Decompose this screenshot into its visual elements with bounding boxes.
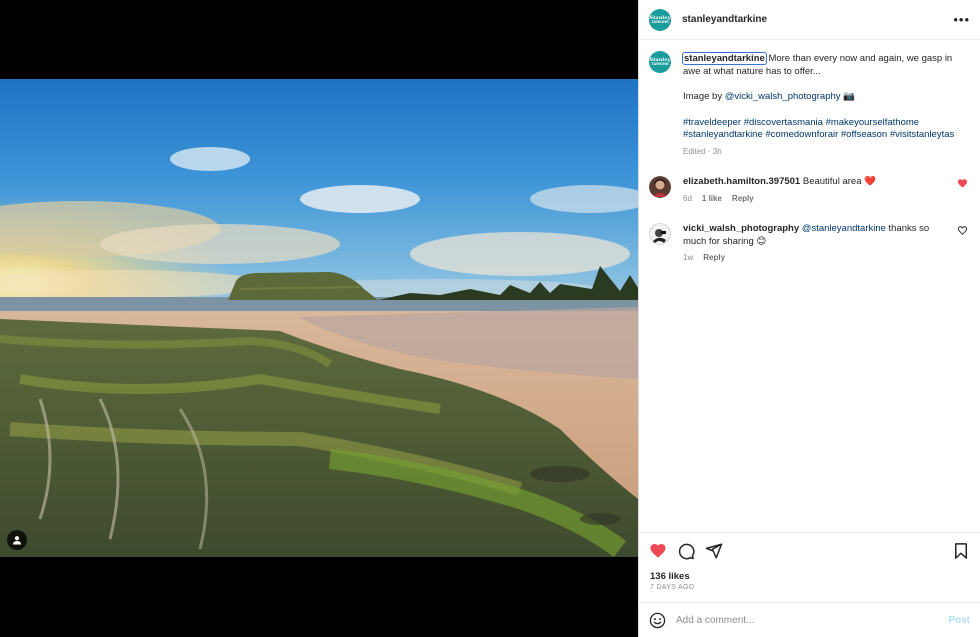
- comment-reply-button[interactable]: Reply: [732, 193, 754, 206]
- caption-hashtags[interactable]: #traveldeeper #discovertasmania #makeyou…: [683, 117, 964, 142]
- heart-filled-icon[interactable]: [649, 542, 667, 560]
- comment-icon[interactable]: [677, 542, 695, 560]
- emoji-icon[interactable]: [649, 612, 666, 629]
- caption-meta: Edited · 3h: [683, 146, 722, 156]
- comment-item: vicki_walsh_photography @stanleyandtarki…: [649, 219, 970, 265]
- comment-text: Beautiful area ❤️: [802, 176, 876, 187]
- post-comment-button[interactable]: Post: [948, 615, 970, 626]
- logo-text-line2: TARKINE: [651, 61, 669, 66]
- comment-likes-count[interactable]: 1 like: [702, 193, 722, 206]
- post-actions-bar: [639, 532, 980, 568]
- comment-composer: Post: [639, 602, 980, 637]
- more-options-icon[interactable]: •••: [953, 13, 970, 26]
- comment-time: 1w: [683, 253, 694, 262]
- camera-emoji: 📷: [843, 91, 855, 102]
- likes-count[interactable]: 136 likes: [650, 571, 690, 582]
- commenter-avatar[interactable]: [649, 223, 671, 245]
- comment-reply-button[interactable]: Reply: [703, 252, 725, 265]
- comment-time: 6d: [683, 193, 692, 203]
- tagged-users-button[interactable]: [7, 530, 27, 550]
- caption-body: stanleyandtarkine More than every now an…: [682, 48, 970, 158]
- post-date: 7 DAYS AGO: [650, 584, 695, 591]
- comments-list[interactable]: Stanley TARKINE stanleyandtarkine More t…: [639, 48, 980, 532]
- instagram-post-view: Stanley TARKINE stanleyandtarkine ••• St…: [0, 0, 980, 637]
- bookmark-icon[interactable]: [952, 542, 970, 560]
- comment-body: vicki_walsh_photography @stanleyandtarki…: [683, 219, 970, 265]
- comment-item: elizabeth.hamilton.397501 Beautiful area…: [649, 172, 970, 205]
- account-avatar[interactable]: Stanley TARKINE: [649, 8, 671, 31]
- post-side-panel: Stanley TARKINE stanleyandtarkine ••• St…: [638, 0, 980, 637]
- user-tag-icon: [13, 536, 21, 545]
- add-comment-input[interactable]: [676, 614, 949, 626]
- media-panel: [0, 0, 638, 637]
- comment-username[interactable]: elizabeth.hamilton.397501: [683, 176, 800, 187]
- landscape-image: [0, 79, 638, 557]
- account-username[interactable]: stanleyandtarkine: [682, 14, 767, 25]
- credit-prefix: Image by: [683, 91, 723, 102]
- post-header: Stanley TARKINE stanleyandtarkine •••: [639, 0, 980, 40]
- share-icon[interactable]: [705, 542, 723, 560]
- comment-username[interactable]: vicki_walsh_photography: [683, 223, 799, 234]
- comment-body: elizabeth.hamilton.397501 Beautiful area…: [683, 172, 970, 205]
- caption-avatar[interactable]: Stanley TARKINE: [649, 51, 671, 73]
- post-photo[interactable]: [0, 79, 638, 557]
- heart-filled-icon[interactable]: [957, 178, 968, 189]
- heart-outline-icon[interactable]: [957, 225, 968, 236]
- commenter-avatar[interactable]: [649, 176, 671, 198]
- caption-username[interactable]: stanleyandtarkine: [682, 52, 767, 65]
- comment-mention-link[interactable]: @stanleyandtarkine: [802, 223, 886, 234]
- logo-text-line2: TARKINE: [651, 18, 669, 24]
- credit-mention-link[interactable]: @vicki_walsh_photography: [725, 91, 841, 102]
- caption: Stanley TARKINE stanleyandtarkine More t…: [649, 48, 970, 158]
